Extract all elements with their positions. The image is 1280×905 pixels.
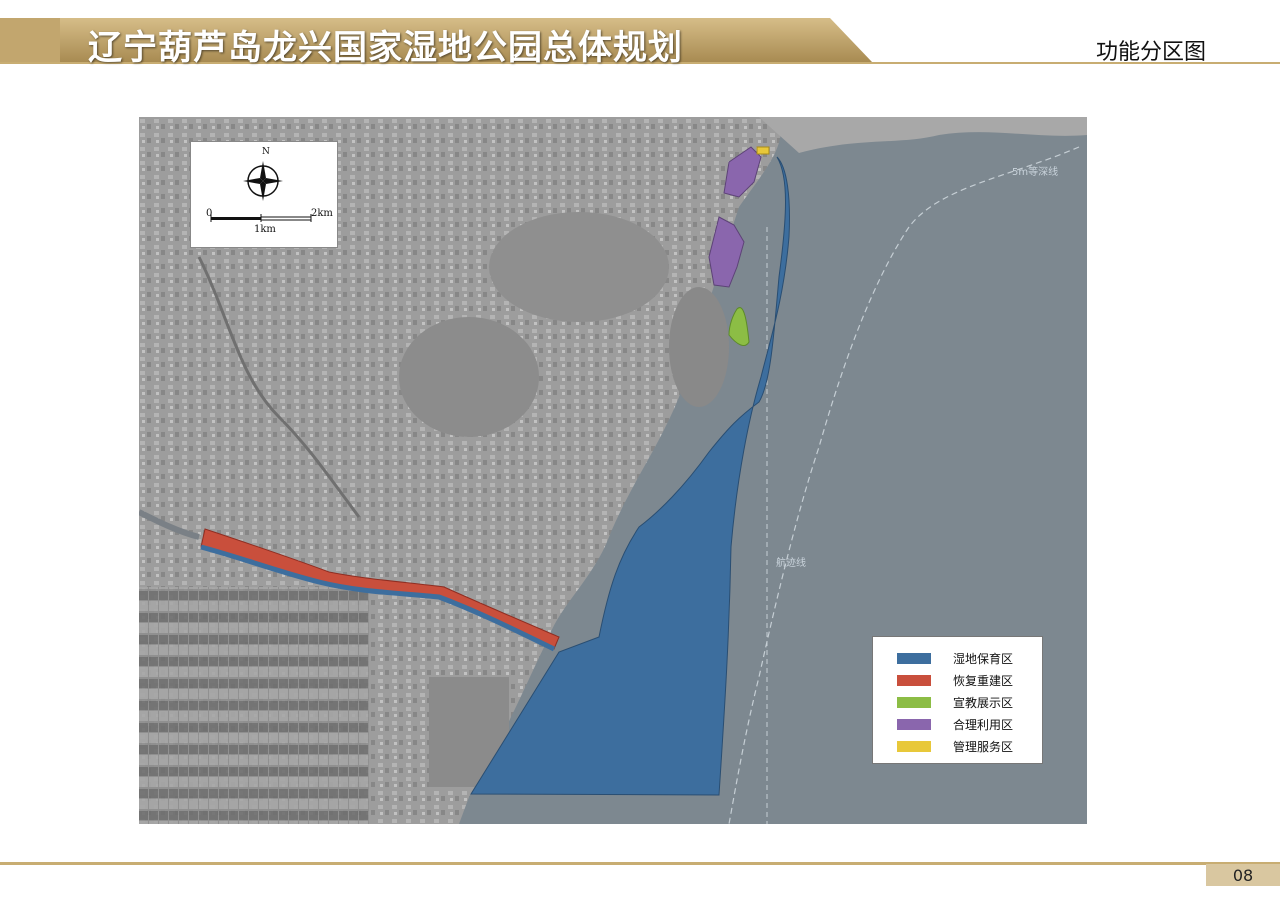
- legend-item-management-service: 管理服务区: [873, 737, 1042, 757]
- legend-label: 管理服务区: [953, 740, 1014, 754]
- scale-bar: [210, 214, 312, 222]
- scale-start: 0: [206, 208, 213, 219]
- legend-label: 湿地保育区: [953, 652, 1014, 666]
- farmland: [139, 587, 369, 824]
- page-number: 08: [1232, 866, 1254, 885]
- legend-item-education: 宣教展示区: [873, 693, 1042, 713]
- legend-swatch: [897, 653, 931, 664]
- footer-rule: [0, 862, 1280, 865]
- shipping-route-label: 航迹线: [776, 558, 806, 569]
- legend-item-reasonable-use: 合理利用区: [873, 715, 1042, 735]
- section-title: 功能分区图: [1095, 40, 1206, 65]
- legend-label: 合理利用区: [953, 718, 1014, 732]
- legend-swatch: [897, 675, 931, 686]
- page-title: 辽宁葫芦岛龙兴国家湿地公园总体规划: [88, 28, 683, 68]
- hills: [399, 317, 539, 437]
- zone-management-service: [756, 146, 770, 155]
- scale-mid: 1km: [254, 224, 276, 235]
- scale-end: 2km: [311, 208, 333, 219]
- legend-label: 宣教展示区: [953, 696, 1014, 710]
- legend-item-wetland-conservation: 湿地保育区: [873, 649, 1042, 669]
- legend-label: 恢复重建区: [953, 674, 1014, 688]
- north-letter: N: [262, 147, 270, 157]
- legend-swatch: [897, 719, 931, 730]
- legend-swatch: [897, 741, 931, 752]
- map-legend: 湿地保育区 恢复重建区 宣教展示区 合理利用区 管理服务区: [872, 636, 1043, 764]
- compass-rose-icon: [243, 161, 283, 201]
- legend-swatch: [897, 697, 931, 708]
- legend-item-restoration: 恢复重建区: [873, 671, 1042, 691]
- isobath-label: 5m等深线: [1012, 167, 1059, 178]
